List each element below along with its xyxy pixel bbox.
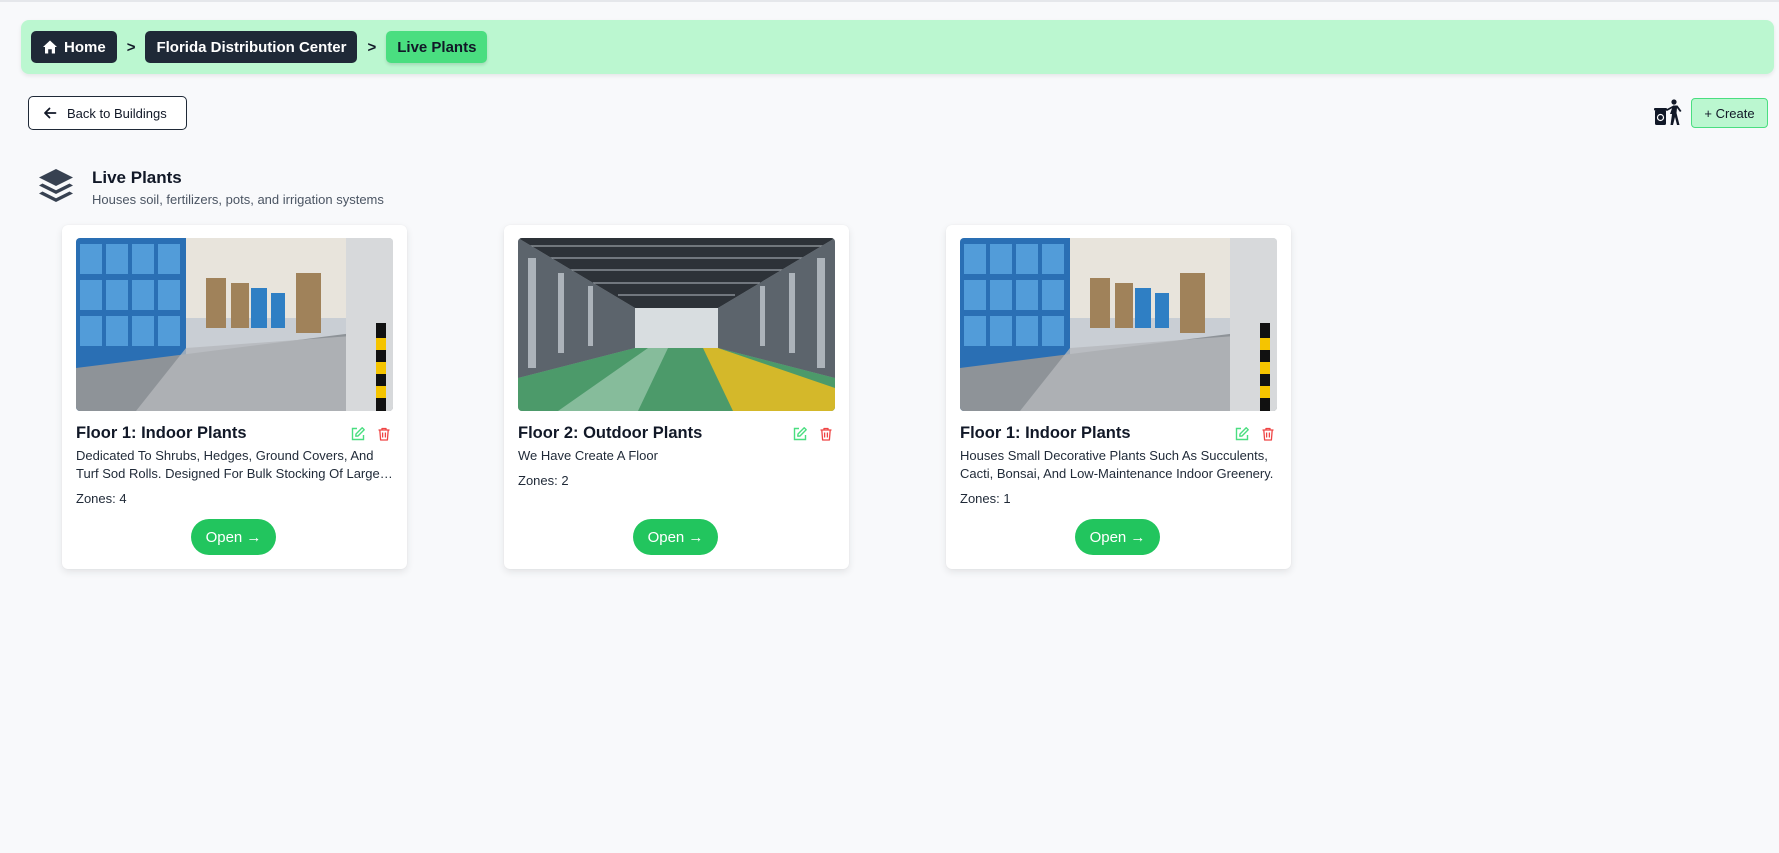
card-description: Dedicated To Shrubs, Hedges, Ground Cove…: [76, 448, 380, 481]
floor-card: Floor 2: Outdoor Plants We Have Create A…: [504, 225, 849, 569]
warehouse-image: [76, 238, 393, 411]
create-button[interactable]: + Create: [1691, 98, 1768, 128]
breadcrumb-home[interactable]: Home: [31, 31, 117, 63]
open-button[interactable]: Open →: [191, 519, 276, 555]
edit-icon[interactable]: [792, 426, 808, 442]
card-title: Floor 1: Indoor Plants: [960, 424, 1131, 442]
recycle-bin-icon[interactable]: [1652, 97, 1684, 129]
breadcrumb: Home > Florida Distribution Center > Liv…: [21, 20, 1774, 74]
top-divider: [0, 0, 1779, 2]
arrow-left-icon: [43, 106, 57, 120]
card-title: Floor 1: Indoor Plants: [76, 424, 247, 442]
back-button-label: Back to Buildings: [67, 105, 167, 121]
trash-icon[interactable]: [1260, 426, 1276, 442]
card-zones: Zones: 2: [518, 473, 569, 488]
floor-card: Floor 1: Indoor Plants Houses Small Deco…: [946, 225, 1291, 569]
open-button[interactable]: Open →: [1075, 519, 1160, 555]
breadcrumb-current-label: Live Plants: [397, 38, 477, 56]
home-icon: [42, 39, 58, 55]
edit-icon[interactable]: [1234, 426, 1250, 442]
warehouse-image: [518, 238, 835, 411]
card-title: Floor 2: Outdoor Plants: [518, 424, 703, 442]
breadcrumb-separator: >: [367, 38, 377, 56]
layers-icon: [36, 166, 76, 206]
trash-icon[interactable]: [818, 426, 834, 442]
floor-card: Floor 1: Indoor Plants Dedicated To Shru…: [62, 225, 407, 569]
breadcrumb-building-label: Florida Distribution Center: [156, 38, 347, 56]
back-to-buildings-button[interactable]: Back to Buildings: [28, 96, 187, 130]
edit-icon[interactable]: [350, 426, 366, 442]
breadcrumb-separator: >: [126, 38, 136, 56]
breadcrumb-building[interactable]: Florida Distribution Center: [145, 31, 358, 63]
card-zones: Zones: 4: [76, 491, 127, 506]
breadcrumb-current[interactable]: Live Plants: [386, 31, 488, 63]
warehouse-image: [960, 238, 1277, 411]
section-subtitle: Houses soil, fertilizers, pots, and irri…: [92, 192, 384, 207]
card-description: We Have Create A Floor: [518, 448, 658, 463]
open-button[interactable]: Open →: [633, 519, 718, 555]
trash-icon[interactable]: [376, 426, 392, 442]
card-zones: Zones: 1: [960, 491, 1011, 506]
card-description: Houses Small Decorative Plants Such As S…: [960, 448, 1274, 481]
section-title: Live Plants: [92, 168, 182, 187]
breadcrumb-home-label: Home: [64, 38, 106, 56]
